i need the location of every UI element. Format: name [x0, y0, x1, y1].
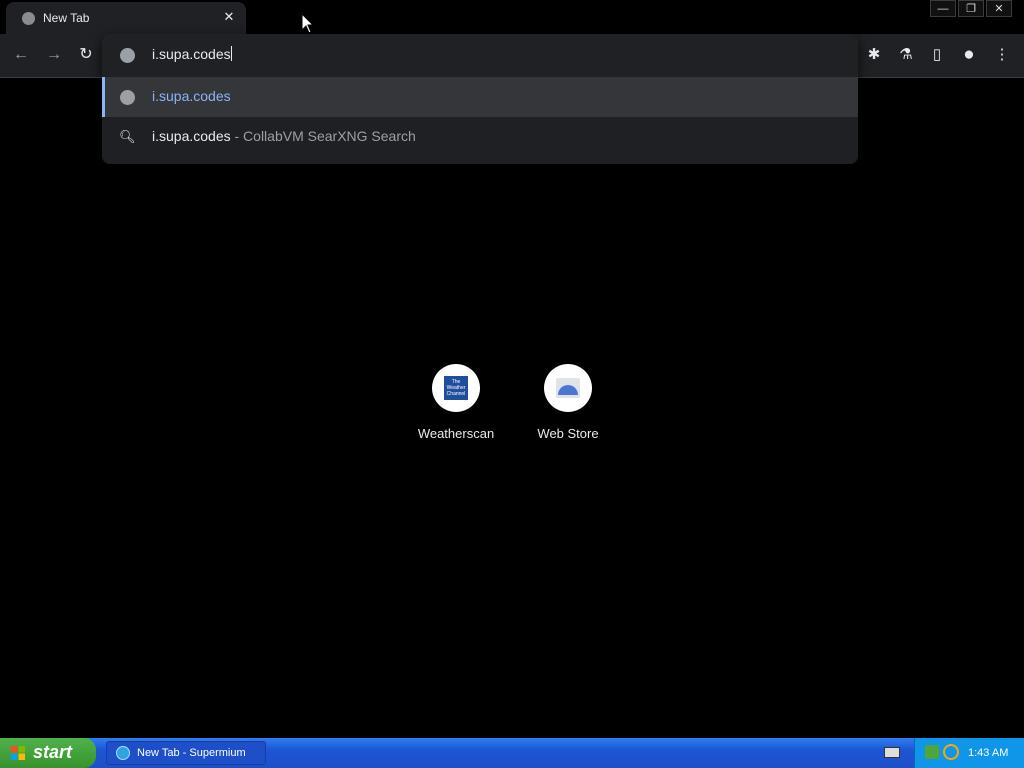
mouse-cursor-icon [301, 13, 315, 34]
suggestion-text: i.supa.codes [152, 128, 231, 144]
side-panel-icon[interactable]: ▯ [926, 44, 948, 66]
shortcut-label: Weatherscan [417, 426, 495, 441]
close-tab-icon[interactable]: ✕ [220, 8, 238, 26]
restore-button[interactable]: ❐ [958, 0, 984, 17]
suggestion-url[interactable]: i.supa.codes [102, 77, 858, 117]
text-caret [230, 46, 232, 61]
shortcut-label: Web Store [537, 426, 599, 441]
back-button[interactable]: ← [10, 44, 32, 66]
forward-button[interactable]: → [43, 44, 65, 66]
omnibox-input[interactable]: i.supa.codes [102, 34, 858, 76]
shortcut-web-store[interactable]: Web Store [518, 364, 618, 441]
menu-icon[interactable]: ⋮ [991, 44, 1013, 66]
close-window-button[interactable]: ✕ [986, 0, 1012, 17]
omnibox-value: i.supa.codes [152, 46, 231, 62]
globe-icon [120, 48, 135, 63]
tab-title: New Tab [43, 11, 90, 25]
windows-logo-icon [11, 746, 25, 760]
clock: 1:43 AM [968, 747, 1009, 759]
browser-window: New Tab ✕ — ❐ ✕ ← → ↻ ✱ ⚗ ▯ ● ⋮ i.supa.c… [0, 0, 1024, 768]
network-icon[interactable] [925, 745, 939, 759]
globe-icon [22, 12, 35, 25]
suggestion-text: i.supa.codes [152, 88, 231, 104]
labs-icon[interactable]: ⚗ [895, 44, 917, 66]
suggestion-search[interactable]: 🔍︎ i.supa.codes - CollabVM SearXNG Searc… [102, 117, 858, 157]
browser-icon [116, 746, 130, 760]
globe-icon [120, 90, 135, 105]
taskbar-item-label: New Tab - Supermium [137, 747, 246, 759]
suggestion-subtext: - CollabVM SearXNG Search [230, 128, 416, 144]
tab-new-tab[interactable]: New Tab ✕ [6, 2, 246, 34]
tab-strip: New Tab ✕ — ❐ ✕ [0, 0, 1024, 34]
keyboard-icon[interactable] [884, 747, 900, 758]
start-button[interactable]: start [0, 738, 96, 768]
shortcut-tile [544, 364, 592, 412]
system-tray: 1:43 AM [914, 738, 1024, 768]
search-icon: 🔍︎ [119, 129, 136, 144]
search-tray-icon[interactable] [943, 744, 959, 760]
profile-icon[interactable]: ● [958, 44, 980, 66]
window-controls: — ❐ ✕ [928, 0, 1012, 17]
taskbar: start New Tab - Supermium 1:43 AM [0, 738, 1024, 768]
omnibox-dropdown: i.supa.codes i.supa.codes 🔍︎ i.supa.code… [102, 34, 858, 164]
extensions-icon[interactable]: ✱ [863, 44, 885, 66]
shortcut-tile: The Weather Channel [432, 364, 480, 412]
taskbar-item-supermium[interactable]: New Tab - Supermium [106, 741, 266, 765]
start-label: start [33, 742, 73, 762]
reload-button[interactable]: ↻ [75, 44, 97, 66]
selection-indicator [102, 77, 105, 117]
shortcut-weatherscan[interactable]: The Weather Channel Weatherscan [406, 364, 506, 441]
minimize-button[interactable]: — [930, 0, 956, 17]
weather-channel-logo: The Weather Channel [444, 376, 468, 400]
